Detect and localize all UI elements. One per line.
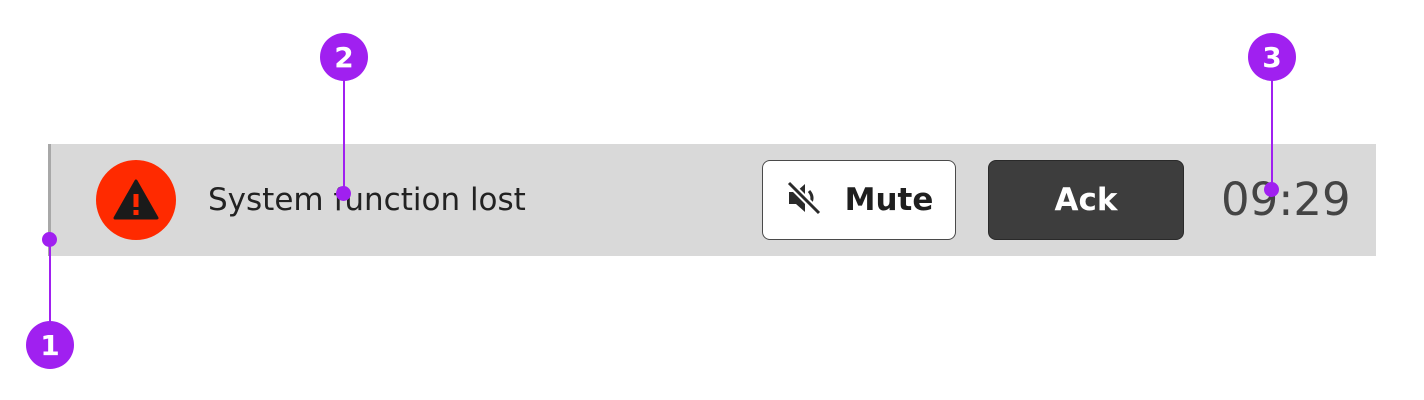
callout-line-1 bbox=[49, 240, 51, 322]
callout-badge-3: 3 bbox=[1248, 33, 1296, 81]
mute-button-label: Mute bbox=[844, 182, 934, 218]
warning-triangle-icon bbox=[96, 160, 176, 240]
alert-time: 09:29 bbox=[1221, 173, 1351, 226]
ack-button-label: Ack bbox=[1054, 182, 1118, 218]
mute-button[interactable]: Mute bbox=[762, 160, 956, 240]
callout-dot-2 bbox=[336, 186, 351, 201]
alert-bar: System function lost Mute Ack 09:29 bbox=[48, 144, 1376, 256]
callout-dot-1 bbox=[42, 232, 57, 247]
callout-line-2 bbox=[343, 80, 345, 193]
callout-dot-3 bbox=[1264, 182, 1279, 197]
callout-badge-1: 1 bbox=[26, 321, 74, 369]
callout-line-3 bbox=[1271, 80, 1273, 190]
speaker-muted-icon bbox=[785, 179, 823, 221]
callout-badge-2: 2 bbox=[320, 33, 368, 81]
alert-message: System function lost bbox=[208, 182, 526, 218]
ack-button[interactable]: Ack bbox=[988, 160, 1184, 240]
